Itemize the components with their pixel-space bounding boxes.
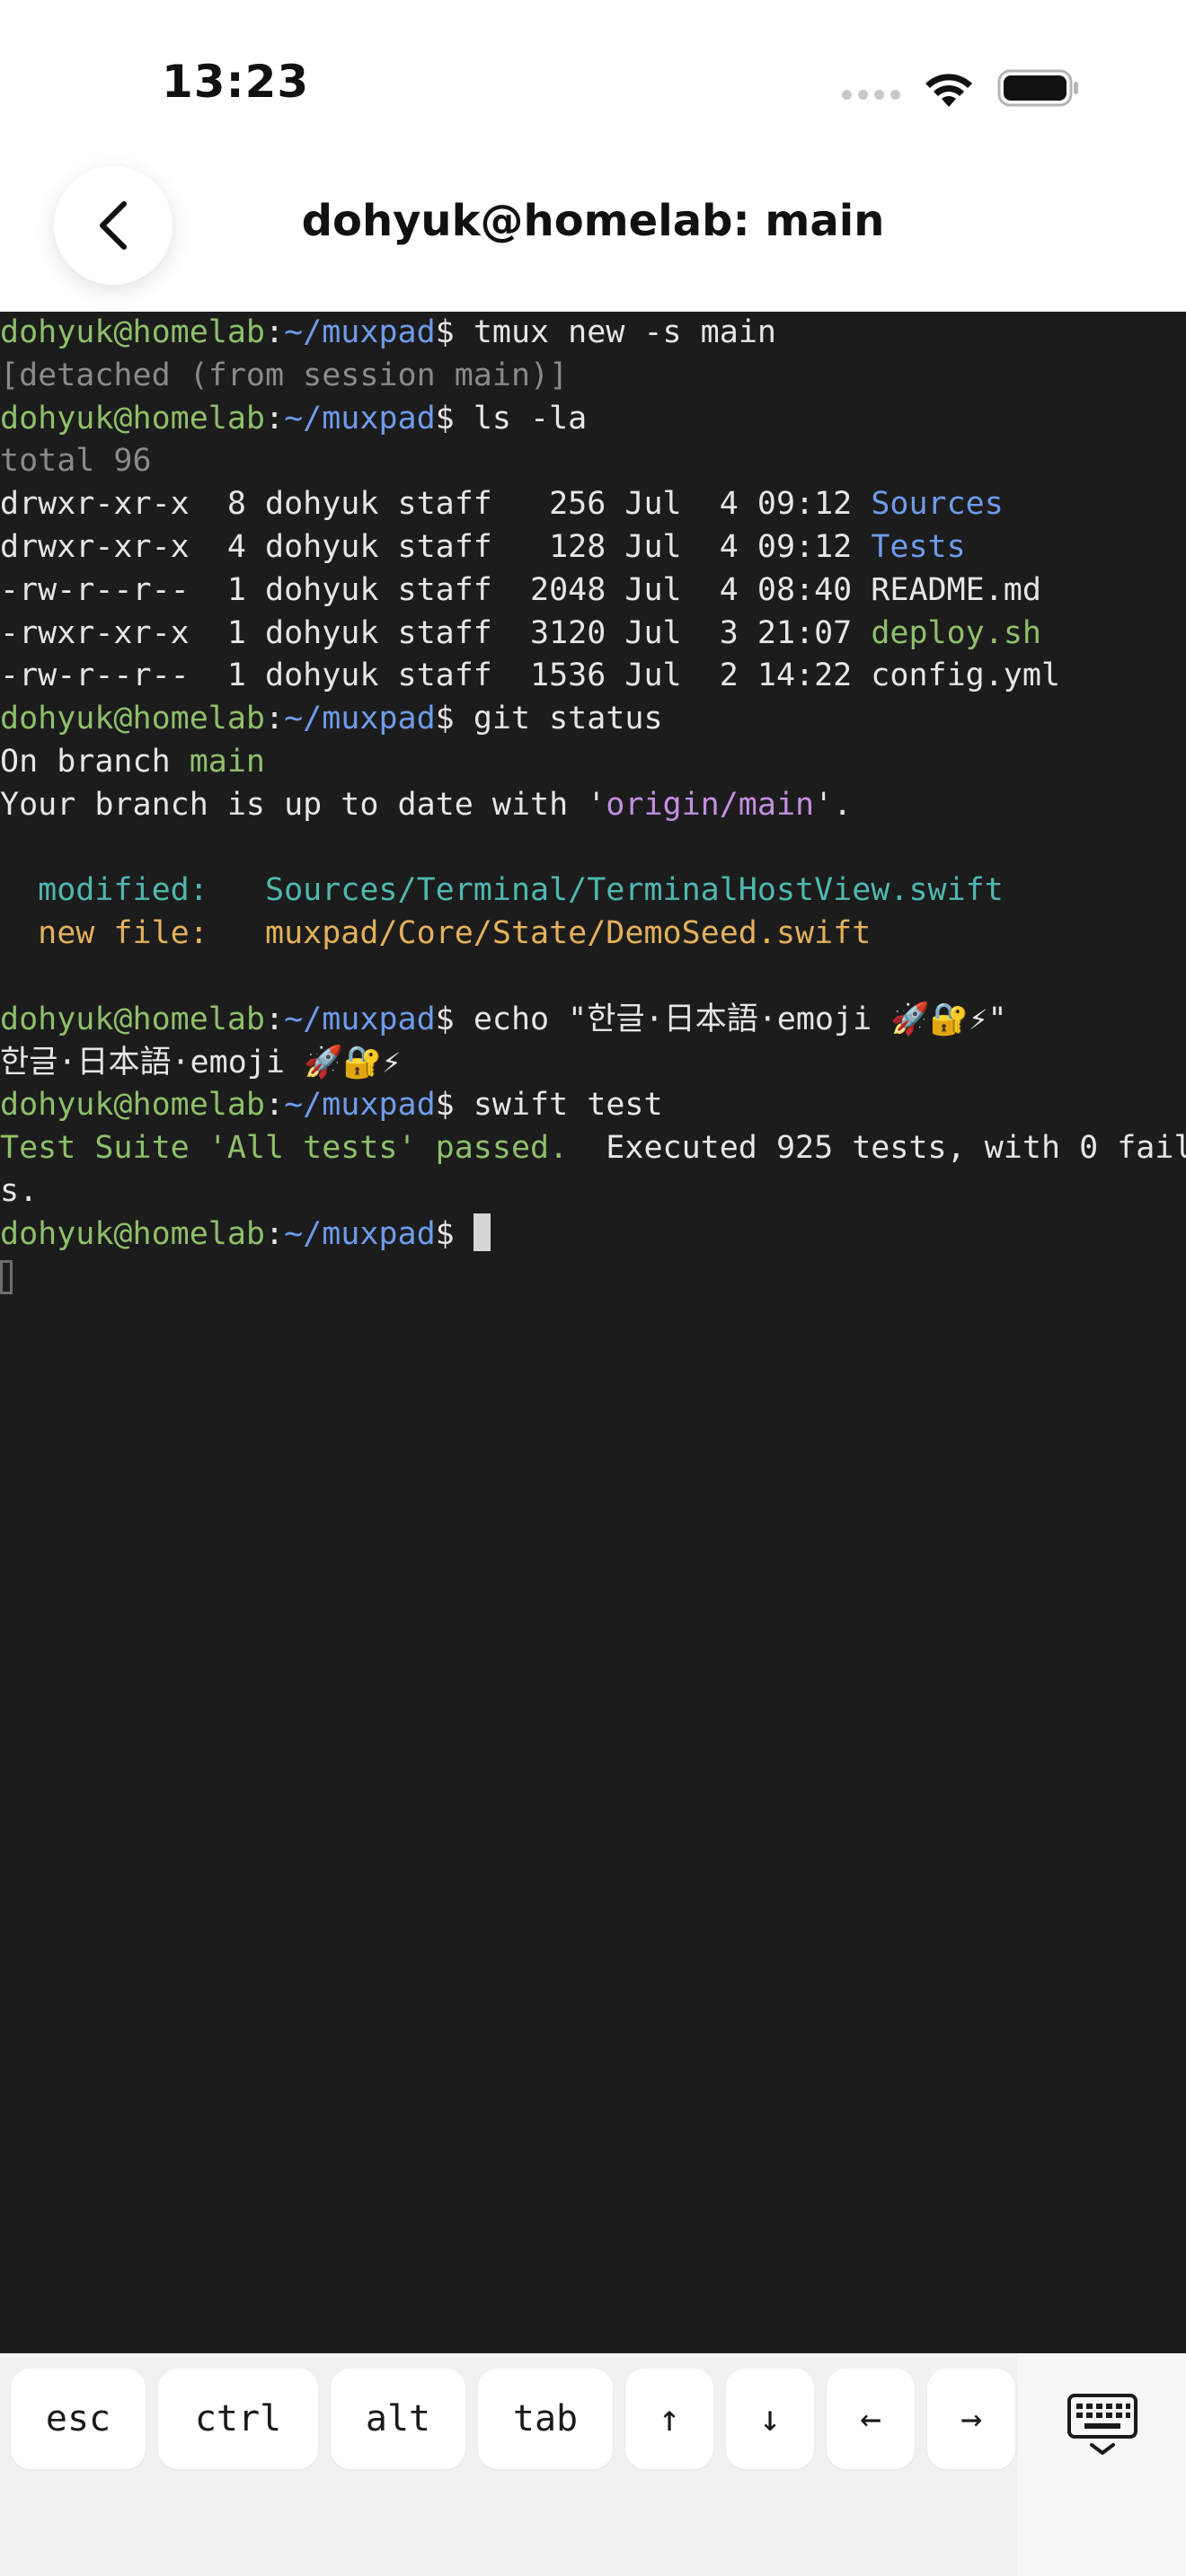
terminal-line: -rw-r--r-- 1 dohyuk staff 1536 Jul 2 14:… xyxy=(0,655,1186,698)
terminal-line: new file: muxpad/Core/State/DemoSeed.swi… xyxy=(0,913,1186,956)
session-title: dohyuk@homelab: main xyxy=(301,196,885,246)
terminal-text: Tests xyxy=(871,528,966,565)
terminal-text: main xyxy=(189,743,266,780)
terminal-line: [detached (from session main)] xyxy=(0,355,1186,398)
terminal-text: ~/muxpad xyxy=(284,1087,436,1124)
terminal-line: modified: Sources/Terminal/TerminalHostV… xyxy=(0,869,1186,913)
terminal-cursor xyxy=(473,1213,491,1251)
terminal-text: Test Suite 'All tests' passed. xyxy=(0,1130,569,1167)
terminal-line: s. xyxy=(0,1170,1186,1213)
terminal-line: drwxr-xr-x 4 dohyuk staff 128 Jul 4 09:1… xyxy=(0,526,1186,569)
terminal-text: : xyxy=(265,400,285,437)
cellular-signal-icon xyxy=(842,89,900,100)
arrow-left-key[interactable]: ← xyxy=(827,2369,915,2469)
battery-icon xyxy=(997,69,1078,107)
wifi-icon xyxy=(925,74,972,107)
terminal-line: dohyuk@homelab:~/muxpad$ tmux new -s mai… xyxy=(0,312,1186,355)
terminal-text: ~/muxpad xyxy=(284,701,436,737)
terminal-line: 한글·日本語·emoji 🚀🔐⚡ xyxy=(0,1042,1186,1085)
terminal-line: dohyuk@homelab:~/muxpad$ ls -la xyxy=(0,398,1186,441)
terminal-text: : xyxy=(265,701,285,737)
terminal-line: Test Suite 'All tests' passed. Executed … xyxy=(0,1127,1186,1170)
terminal-line: drwxr-xr-x 8 dohyuk staff 256 Jul 4 09:1… xyxy=(0,483,1186,526)
terminal-text: '. xyxy=(814,786,853,823)
terminal-text: [detached (from session main)] xyxy=(0,357,569,393)
terminal-text: dohyuk@homelab xyxy=(0,701,266,737)
terminal-text: On branch xyxy=(0,743,190,780)
terminal-text: 한글·日本語·emoji 🚀🔐⚡ xyxy=(0,1044,402,1081)
terminal-text: s. xyxy=(0,1172,39,1209)
esc-key[interactable]: esc xyxy=(11,2369,146,2469)
arrow-down-key[interactable]: ↓ xyxy=(726,2369,814,2469)
terminal-output: dohyuk@homelab:~/muxpad$ tmux new -s mai… xyxy=(0,312,1186,1299)
terminal-text: $ tmux new -s main xyxy=(435,314,776,350)
terminal-text: drwxr-xr-x 4 dohyuk staff 128 Jul 4 09:1… xyxy=(0,528,872,565)
terminal-text: origin/main xyxy=(606,786,815,823)
terminal-line: dohyuk@homelab:~/muxpad$ xyxy=(0,1213,1186,1257)
terminal-text: $ git status xyxy=(435,701,663,737)
terminal-line: dohyuk@homelab:~/muxpad$ git status xyxy=(0,698,1186,741)
terminal-text: $ ls -la xyxy=(435,400,588,437)
terminal-text: : xyxy=(265,1001,285,1037)
terminal-text: new file: muxpad/Core/State/DemoSeed.swi… xyxy=(0,915,872,952)
top-bar: 13:23 dohyuk@homelab: main xyxy=(0,0,1186,312)
terminal-text: : xyxy=(265,1215,285,1252)
terminal-text: -rwxr-xr-x 1 dohyuk staff 3120 Jul 3 21:… xyxy=(0,614,872,651)
terminal-text: ~/muxpad xyxy=(284,1215,436,1252)
terminal-text: $ xyxy=(435,1215,474,1252)
keyboard-toggle-button[interactable] xyxy=(1018,2353,1186,2576)
terminal-text: -rw-r--r-- 1 dohyuk staff 1536 Jul 2 14:… xyxy=(0,657,1061,694)
terminal-text: Sources xyxy=(871,486,1004,523)
terminal-text: dohyuk@homelab xyxy=(0,1001,266,1037)
extra-keys: esc ctrl alt tab ↑ ↓ ← → xyxy=(11,2369,1015,2469)
terminal-view[interactable]: dohyuk@homelab:~/muxpad$ tmux new -s mai… xyxy=(0,312,1186,2353)
terminal-text: Executed 925 tests, with 0 failure xyxy=(568,1130,1186,1167)
terminal-text: -rw-r--r-- 1 dohyuk staff 2048 Jul 4 08:… xyxy=(0,571,1041,608)
extra-keys-bar: esc ctrl alt tab ↑ ↓ ← → xyxy=(0,2353,1186,2576)
terminal-text: ~/muxpad xyxy=(284,1001,436,1037)
status-icons xyxy=(842,61,1080,115)
terminal-text: : xyxy=(265,314,285,350)
terminal-text: total 96 xyxy=(0,443,152,480)
terminal-text: drwxr-xr-x 8 dohyuk staff 256 Jul 4 09:1… xyxy=(0,486,872,523)
terminal-line: On branch main xyxy=(0,741,1186,784)
tab-key[interactable]: tab xyxy=(478,2369,613,2469)
terminal-line: Your branch is up to date with 'origin/m… xyxy=(0,784,1186,827)
terminal-text: $ echo "한글·日本語·emoji 🚀🔐⚡" xyxy=(435,1001,1007,1037)
terminal-text: ~/muxpad xyxy=(284,400,436,437)
terminal-text: dohyuk@homelab xyxy=(0,314,266,350)
terminal-text: dohyuk@homelab xyxy=(0,1087,266,1124)
ctrl-key[interactable]: ctrl xyxy=(158,2369,318,2469)
terminal-text: modified: Sources/Terminal/TerminalHostV… xyxy=(0,872,1004,909)
terminal-text: deploy.sh xyxy=(871,614,1041,651)
terminal-line: total 96 xyxy=(0,440,1186,483)
terminal-text: dohyuk@homelab xyxy=(0,400,266,437)
keyboard-dismiss-icon xyxy=(1067,2394,1137,2455)
terminal-text: Your branch is up to date with ' xyxy=(0,786,606,823)
terminal-line: dohyuk@homelab:~/muxpad$ swift test xyxy=(0,1084,1186,1127)
terminal-text: dohyuk@homelab xyxy=(0,1215,266,1252)
terminal-line: dohyuk@homelab:~/muxpad$ echo "한글·日本語·em… xyxy=(0,999,1186,1042)
terminal-text: $ swift test xyxy=(435,1087,663,1124)
terminal-cursor xyxy=(0,1259,13,1294)
terminal-line: -rw-r--r-- 1 dohyuk staff 2048 Jul 4 08:… xyxy=(0,569,1186,613)
status-time: 13:23 xyxy=(162,56,310,108)
arrow-right-key[interactable]: → xyxy=(927,2369,1015,2469)
terminal-line: -rwxr-xr-x 1 dohyuk staff 3120 Jul 3 21:… xyxy=(0,613,1186,656)
terminal-line xyxy=(0,1257,1186,1300)
alt-key[interactable]: alt xyxy=(331,2369,465,2469)
terminal-text: ~/muxpad xyxy=(284,314,436,350)
terminal-text: : xyxy=(265,1087,285,1124)
arrow-up-key[interactable]: ↑ xyxy=(625,2369,713,2469)
